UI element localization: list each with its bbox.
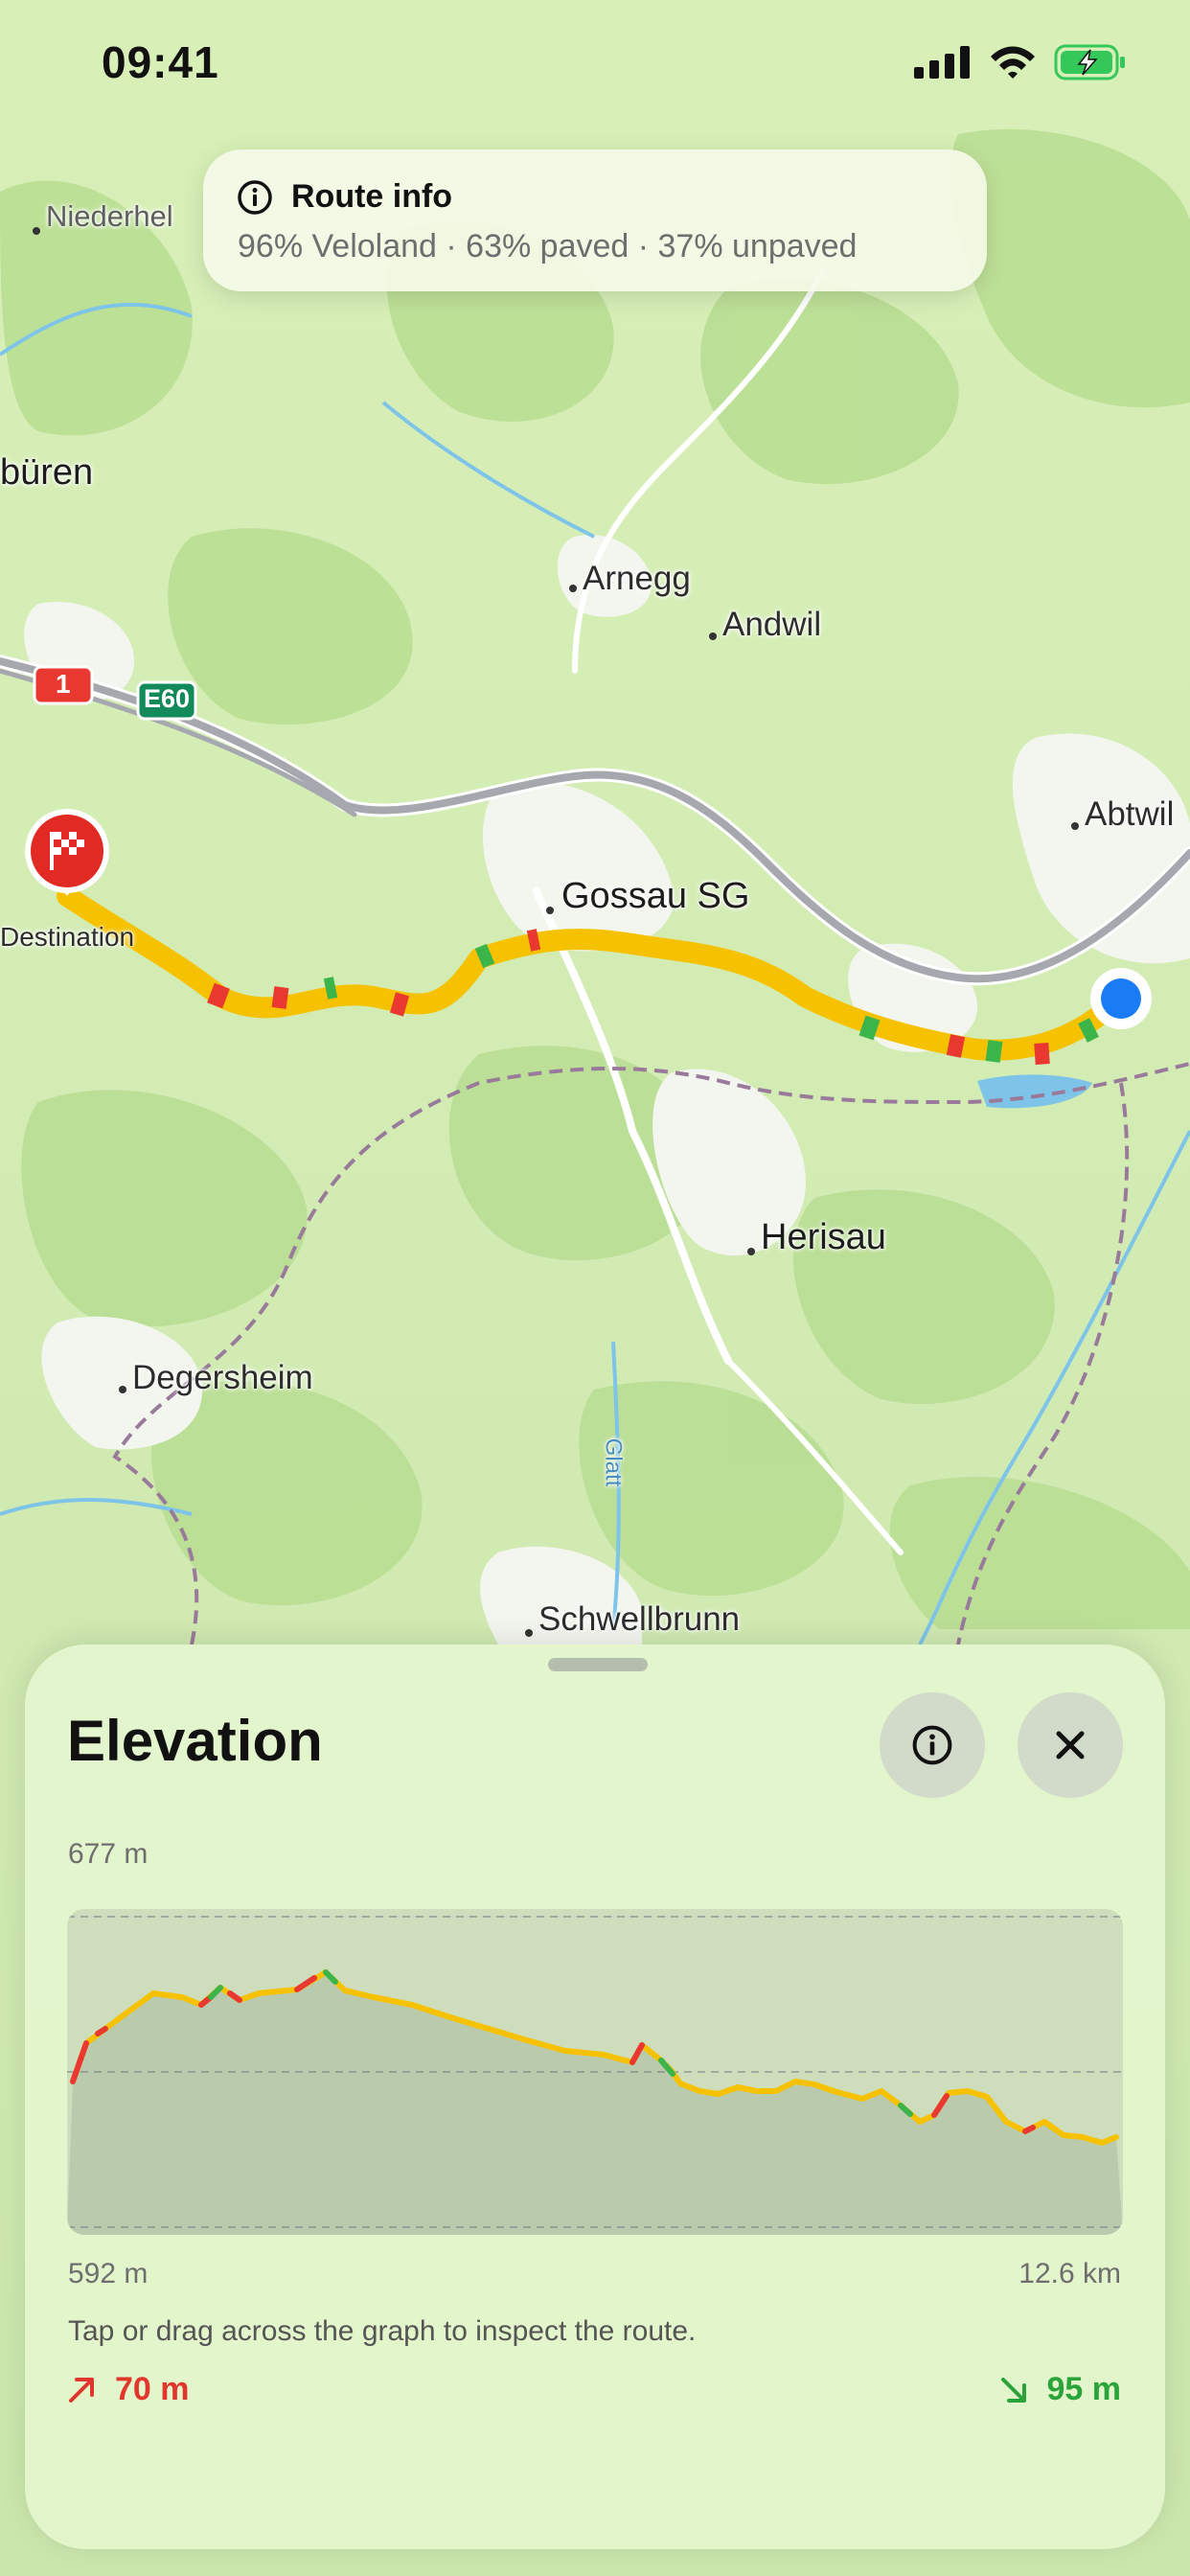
info-icon: [238, 180, 272, 215]
place-dot: [546, 907, 554, 914]
map-label-herisau: Herisau: [761, 1217, 886, 1257]
road-shield-e60-label: E60: [144, 684, 191, 713]
ascent-value: 70 m: [115, 2371, 190, 2407]
total-descent: 95 m: [997, 2371, 1122, 2408]
route-info-banner[interactable]: Route info 96% Veloland · 63% paved · 37…: [203, 150, 987, 291]
map-label-degersheim: Degersheim: [132, 1359, 313, 1396]
arrow-down-right-icon: [1000, 2377, 1026, 2403]
elevation-graph[interactable]: [67, 1909, 1123, 2235]
elevation-title: Elevation: [67, 1709, 323, 1773]
road-shield-1-label: 1: [56, 669, 71, 699]
map-label-glatt: Glatt: [600, 1438, 627, 1487]
arrow-up-right-icon: [69, 2377, 94, 2403]
info-icon: [912, 1725, 952, 1765]
map-label-niederhel: Niederhel: [46, 199, 173, 233]
place-dot: [747, 1248, 755, 1255]
place-dot: [709, 632, 717, 640]
info-button[interactable]: [880, 1692, 985, 1798]
map-label-gossau: Gossau SG: [561, 876, 750, 916]
place-dot: [525, 1629, 533, 1637]
wifi-icon: [991, 46, 1035, 79]
map-label-schwellbrunn: Schwellbrunn: [538, 1600, 741, 1638]
close-button[interactable]: [1018, 1692, 1123, 1798]
map-label-arnegg: Arnegg: [583, 560, 691, 597]
current-location-marker[interactable]: [1090, 968, 1152, 1029]
map-label-andwil: Andwil: [722, 606, 822, 643]
route-info-summary: 96% Veloland · 63% paved · 37% unpaved: [238, 228, 858, 264]
close-icon: [1056, 1731, 1085, 1760]
place-dot: [1071, 822, 1079, 830]
elevation-sheet[interactable]: Elevation 677 m 592 m 12.6 km Tap or dra…: [25, 1644, 1165, 2549]
map-label-bueren: büren: [0, 452, 94, 493]
route-info-title: Route info: [291, 178, 453, 215]
place-dot: [33, 227, 40, 235]
status-time: 09:41: [102, 37, 219, 87]
status-bar: 09:41: [0, 0, 1190, 125]
route-distance-label: 12.6 km: [1018, 2258, 1121, 2289]
elevation-min-label: 592 m: [68, 2258, 149, 2289]
graph-hint: Tap or drag across the graph to inspect …: [68, 2315, 697, 2347]
map-label-abtwil: Abtwil: [1085, 795, 1175, 833]
place-dot: [569, 585, 577, 592]
place-dot: [119, 1386, 126, 1393]
elevation-max-label: 677 m: [68, 1838, 149, 1870]
total-ascent: 70 m: [65, 2371, 190, 2408]
status-icons: [914, 44, 1127, 80]
destination-label: Destination: [0, 922, 135, 952]
cellular-signal-icon: [914, 46, 970, 79]
descent-value: 95 m: [1046, 2371, 1122, 2407]
battery-charging-icon: [1054, 44, 1125, 80]
sheet-grabber[interactable]: [548, 1658, 648, 1671]
